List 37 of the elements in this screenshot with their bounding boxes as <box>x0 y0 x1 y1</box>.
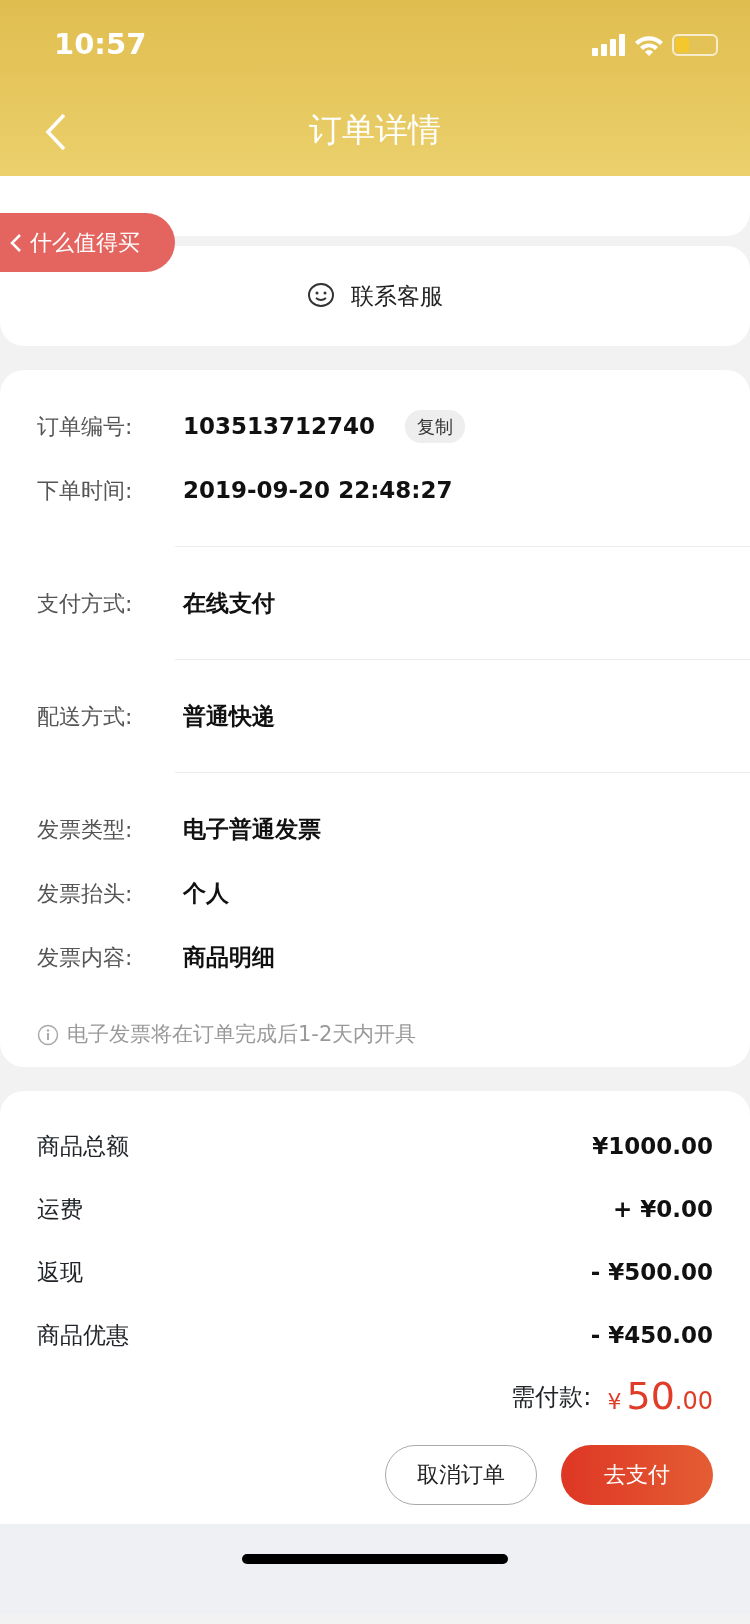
price-value: - ¥450.00 <box>590 1320 713 1350</box>
total-amount: ¥50.00 <box>607 1373 713 1420</box>
field-value: 在线支付 <box>183 588 275 618</box>
field-value: 电子普通发票 <box>183 814 321 844</box>
pay-button[interactable]: 去支付 <box>561 1444 713 1505</box>
price-value: + ¥0.00 <box>612 1194 713 1224</box>
field-label: 配送方式: <box>37 702 134 731</box>
field-label: 发票抬头: <box>37 879 134 908</box>
field-value: 商品明细 <box>183 942 275 972</box>
page-title: 订单详情 <box>309 110 441 149</box>
price-label: 商品优惠 <box>37 1320 129 1350</box>
wifi-icon <box>634 34 664 56</box>
invoice-note: 电子发票将在订单完成后1-2天内开具 <box>67 1021 417 1048</box>
total-label: 需付款: <box>511 1381 592 1413</box>
back-icon[interactable] <box>44 112 68 152</box>
field-label: 下单时间: <box>37 476 134 505</box>
status-time: 10:57 <box>54 26 147 64</box>
info-icon <box>37 1023 59 1046</box>
price-label: 商品总额 <box>37 1131 129 1161</box>
field-label: 支付方式: <box>37 589 134 618</box>
price-label: 运费 <box>37 1194 83 1224</box>
signal-icon <box>592 34 626 56</box>
field-value: 普通快递 <box>183 701 275 731</box>
copy-button[interactable]: 复制 <box>405 409 466 443</box>
price-value: ¥1000.00 <box>592 1131 713 1161</box>
field-label: 发票类型: <box>37 815 134 844</box>
chat-face-icon <box>307 282 335 310</box>
field-value: 个人 <box>183 878 229 908</box>
cancel-order-button[interactable]: 取消订单 <box>385 1444 537 1505</box>
field-label: 订单编号: <box>37 412 134 441</box>
price-value: - ¥500.00 <box>590 1257 713 1287</box>
battery-icon <box>672 34 718 56</box>
field-value: 2019-09-20 22:48:27 <box>183 475 453 505</box>
field-label: 发票内容: <box>37 943 134 972</box>
price-label: 返现 <box>37 1257 83 1287</box>
chevron-left-icon <box>10 232 22 253</box>
field-value: 103513712740 <box>183 411 376 441</box>
